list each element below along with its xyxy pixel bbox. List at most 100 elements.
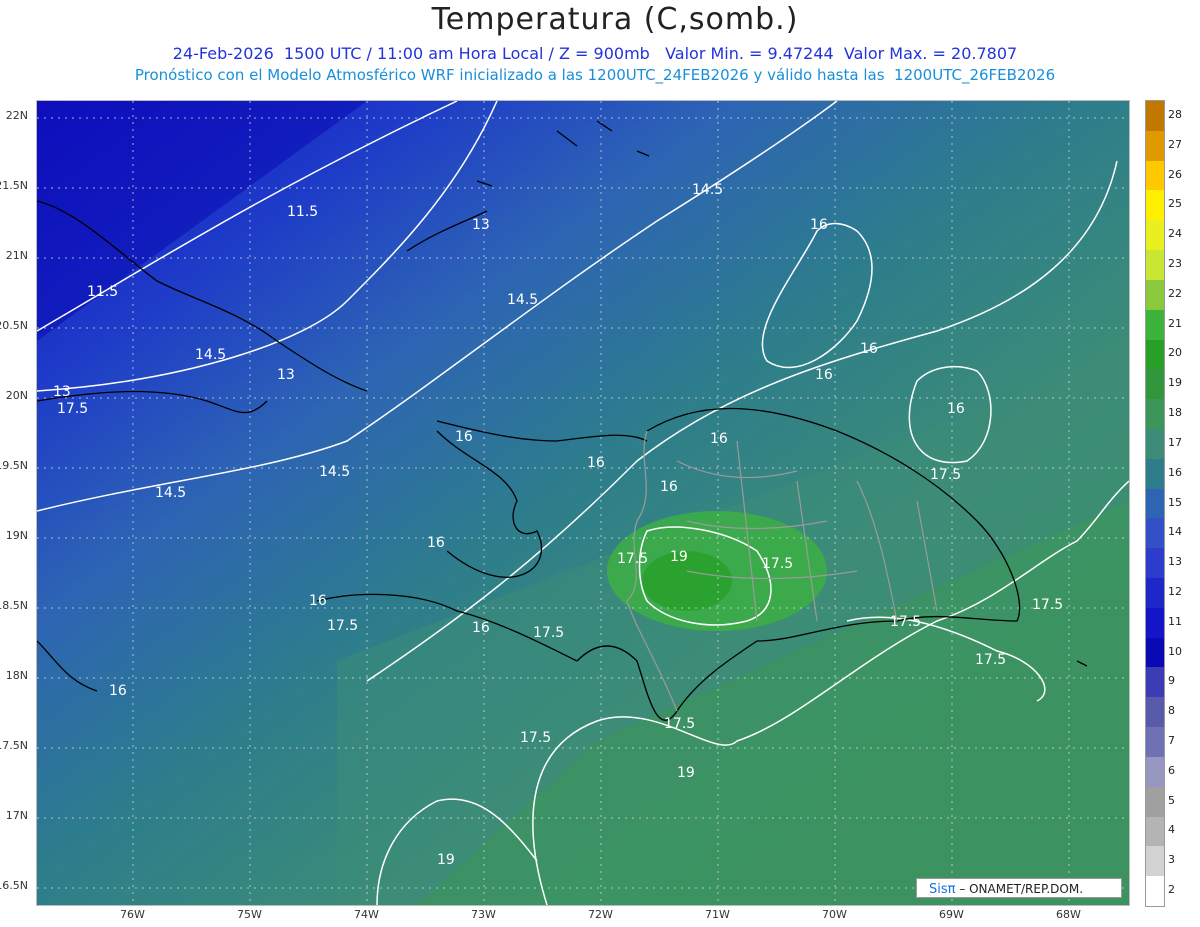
contour-label: 17.5 [57, 401, 88, 417]
contour-label: 13 [472, 217, 490, 233]
colorbar-segment [1146, 607, 1164, 639]
lon-label: 69W [939, 908, 964, 921]
lat-label: 19.5N [0, 459, 28, 472]
lat-label: 16.5N [0, 879, 28, 892]
colorbar-label: 14 [1168, 525, 1182, 539]
lat-label: 20N [5, 389, 28, 402]
colorbar-label: 11 [1168, 614, 1182, 628]
colorbar-segment [1146, 637, 1164, 668]
colorbar-label: 20 [1168, 346, 1182, 360]
colorbar-label: 18 [1168, 406, 1182, 420]
colorbar-label: 19 [1168, 376, 1182, 390]
lat-label: 21N [5, 249, 28, 262]
colorbar-label: 22 [1168, 286, 1182, 300]
colorbar-label: 8 [1168, 704, 1175, 718]
lat-label: 22N [5, 109, 28, 122]
colorbar-segment [1146, 488, 1164, 519]
colorbar-segment [1146, 458, 1164, 490]
colorbar-label: 2 [1168, 883, 1175, 897]
colorbar-segment [1146, 101, 1164, 132]
contour-label: 16 [472, 620, 490, 636]
chart-title: Temperatura (C,somb.) [431, 2, 799, 37]
sispi-logo: Sisπ [929, 882, 956, 897]
contour-label: 14.5 [319, 464, 350, 480]
colorbar-label: 17 [1168, 435, 1182, 449]
colorbar-label: 4 [1168, 823, 1175, 837]
colorbar-label: 21 [1168, 316, 1182, 330]
colorbar-segment [1146, 756, 1164, 788]
lat-label: 18.5N [0, 599, 28, 612]
colorbar-label: 5 [1168, 793, 1175, 807]
lon-label: 68W [1056, 908, 1081, 921]
colorbar-label: 6 [1168, 763, 1175, 777]
contour-label: 19 [670, 549, 688, 565]
contour-label: 11.5 [87, 284, 118, 300]
credit-box: Sisπ – ONAMET/REP.DOM. [916, 878, 1122, 898]
colorbar-segment [1146, 339, 1164, 370]
contour-label: 13 [53, 384, 71, 400]
colorbar-label: 27 [1168, 137, 1182, 151]
colorbar-segment [1146, 786, 1164, 818]
contour-label: 16 [710, 431, 728, 447]
colorbar [1145, 100, 1165, 907]
colorbar-label: 9 [1168, 674, 1175, 688]
colorbar-segment [1146, 846, 1164, 877]
contour-label: 16 [109, 683, 127, 699]
contour-label: 17.5 [890, 614, 921, 630]
colorbar-segment [1146, 518, 1164, 549]
colorbar-segment [1146, 816, 1164, 847]
contour-label: 16 [660, 479, 678, 495]
contour-label: 14.5 [507, 292, 538, 308]
lon-label: 75W [237, 908, 262, 921]
colorbar-label: 24 [1168, 227, 1182, 241]
contour-label: 14.5 [195, 347, 226, 363]
lat-label: 17N [5, 809, 28, 822]
contour-label: 17.5 [930, 467, 961, 483]
colorbar-label: 10 [1168, 644, 1182, 658]
contour-label: 11.5 [287, 204, 318, 220]
model-info-subtitle: Pronóstico con el Modelo Atmosférico WRF… [134, 66, 1056, 84]
colorbar-segment [1146, 876, 1164, 907]
contour-label: 14.5 [155, 485, 186, 501]
contour-label: 17.5 [664, 716, 695, 732]
lon-label: 72W [588, 908, 613, 921]
contour-label: 16 [427, 535, 445, 551]
colorbar-segment [1146, 369, 1164, 400]
colorbar-label: 16 [1168, 465, 1182, 479]
contour-label: 16 [815, 367, 833, 383]
colorbar-label: 12 [1168, 584, 1182, 598]
contour-label: 17.5 [975, 652, 1006, 668]
lon-label: 73W [471, 908, 496, 921]
contour-label: 13 [277, 367, 295, 383]
contour-label: 17.5 [617, 551, 648, 567]
contour-label: 17.5 [520, 730, 551, 746]
contour-label: 16 [455, 429, 473, 445]
colorbar-segment [1146, 578, 1164, 609]
colorbar-label: 25 [1168, 197, 1182, 211]
contour-label: 16 [810, 217, 828, 233]
colorbar-segment [1146, 190, 1164, 221]
contour-label: 19 [677, 765, 695, 781]
valid-time-subtitle: 24-Feb-2026 1500 UTC / 11:00 am Hora Loc… [172, 44, 1018, 63]
lon-label: 74W [354, 908, 379, 921]
contour-label: 16 [309, 593, 327, 609]
colorbar-label: 7 [1168, 734, 1175, 748]
contour-label: 17.5 [533, 625, 564, 641]
contour-label: 16 [860, 341, 878, 357]
lat-label: 18N [5, 669, 28, 682]
colorbar-label: 23 [1168, 256, 1182, 270]
colorbar-label: 3 [1168, 853, 1175, 867]
contour-label: 16 [947, 401, 965, 417]
colorbar-segment [1146, 279, 1164, 311]
lat-label: 17.5N [0, 739, 28, 752]
colorbar-segment [1146, 309, 1164, 341]
contour-label: 17.5 [1032, 597, 1063, 613]
colorbar-segment [1146, 220, 1164, 251]
colorbar-segment [1146, 667, 1164, 698]
lat-label: 19N [5, 529, 28, 542]
colorbar-label: 15 [1168, 495, 1182, 509]
contour-label: 17.5 [762, 556, 793, 572]
contour-label: 14.5 [692, 182, 723, 198]
colorbar-segment [1146, 399, 1164, 430]
lon-label: 71W [705, 908, 730, 921]
